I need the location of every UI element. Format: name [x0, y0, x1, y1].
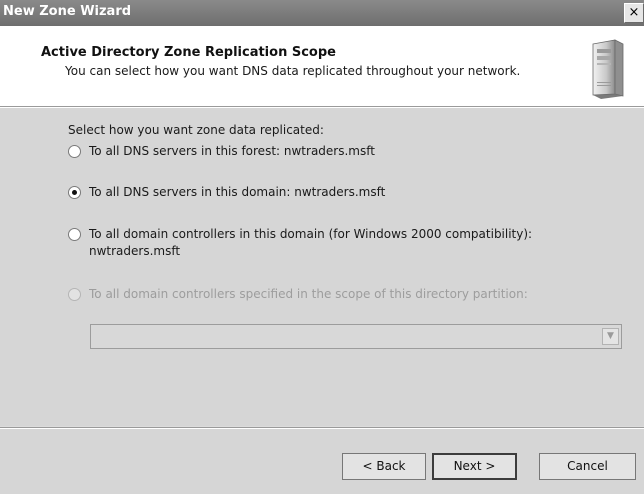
page-subtitle: You can select how you want DNS data rep…: [65, 64, 521, 78]
window-title: New Zone Wizard: [3, 4, 132, 19]
radio-button-forest[interactable]: [68, 145, 81, 158]
wizard-header: Active Directory Zone Replication Scope …: [0, 26, 644, 106]
server-tower-icon: [592, 39, 624, 99]
radio-button-domain[interactable]: [68, 186, 81, 199]
radio-button-domain-controllers[interactable]: [68, 228, 81, 241]
new-zone-wizard-window: New Zone Wizard × Active Directory Zone …: [0, 0, 644, 494]
wizard-body: Select how you want zone data replicated…: [0, 108, 644, 426]
cancel-button[interactable]: Cancel: [539, 453, 636, 480]
back-button[interactable]: < Back: [342, 453, 426, 480]
wizard-footer: < Back Next > Cancel: [0, 429, 644, 494]
chevron-down-icon: ▼: [602, 328, 619, 345]
radio-label-domain-controllers-line2: nwtraders.msft: [89, 244, 181, 258]
radio-button-partition: [68, 288, 81, 301]
radio-label-domain-controllers-line1: To all domain controllers in this domain…: [89, 227, 533, 241]
radio-label-domain-controllers[interactable]: To all domain controllers in this domain…: [89, 226, 532, 260]
radio-label-forest[interactable]: To all DNS servers in this forest: nwtra…: [89, 143, 375, 160]
radio-option-forest[interactable]: To all DNS servers in this forest: nwtra…: [68, 143, 375, 160]
page-title: Active Directory Zone Replication Scope: [41, 45, 336, 60]
partition-select: ▼: [90, 324, 622, 349]
close-button[interactable]: ×: [624, 3, 644, 23]
radio-option-domain[interactable]: To all DNS servers in this domain: nwtra…: [68, 184, 385, 201]
radio-label-domain[interactable]: To all DNS servers in this domain: nwtra…: [89, 184, 385, 201]
title-bar[interactable]: New Zone Wizard ×: [0, 0, 644, 26]
close-icon: ×: [628, 5, 640, 20]
radio-option-domain-controllers[interactable]: To all domain controllers in this domain…: [68, 226, 532, 260]
radio-label-partition: To all domain controllers specified in t…: [89, 287, 528, 301]
replication-prompt: Select how you want zone data replicated…: [68, 123, 324, 137]
radio-option-partition: To all domain controllers specified in t…: [68, 286, 528, 303]
next-button[interactable]: Next >: [432, 453, 517, 480]
